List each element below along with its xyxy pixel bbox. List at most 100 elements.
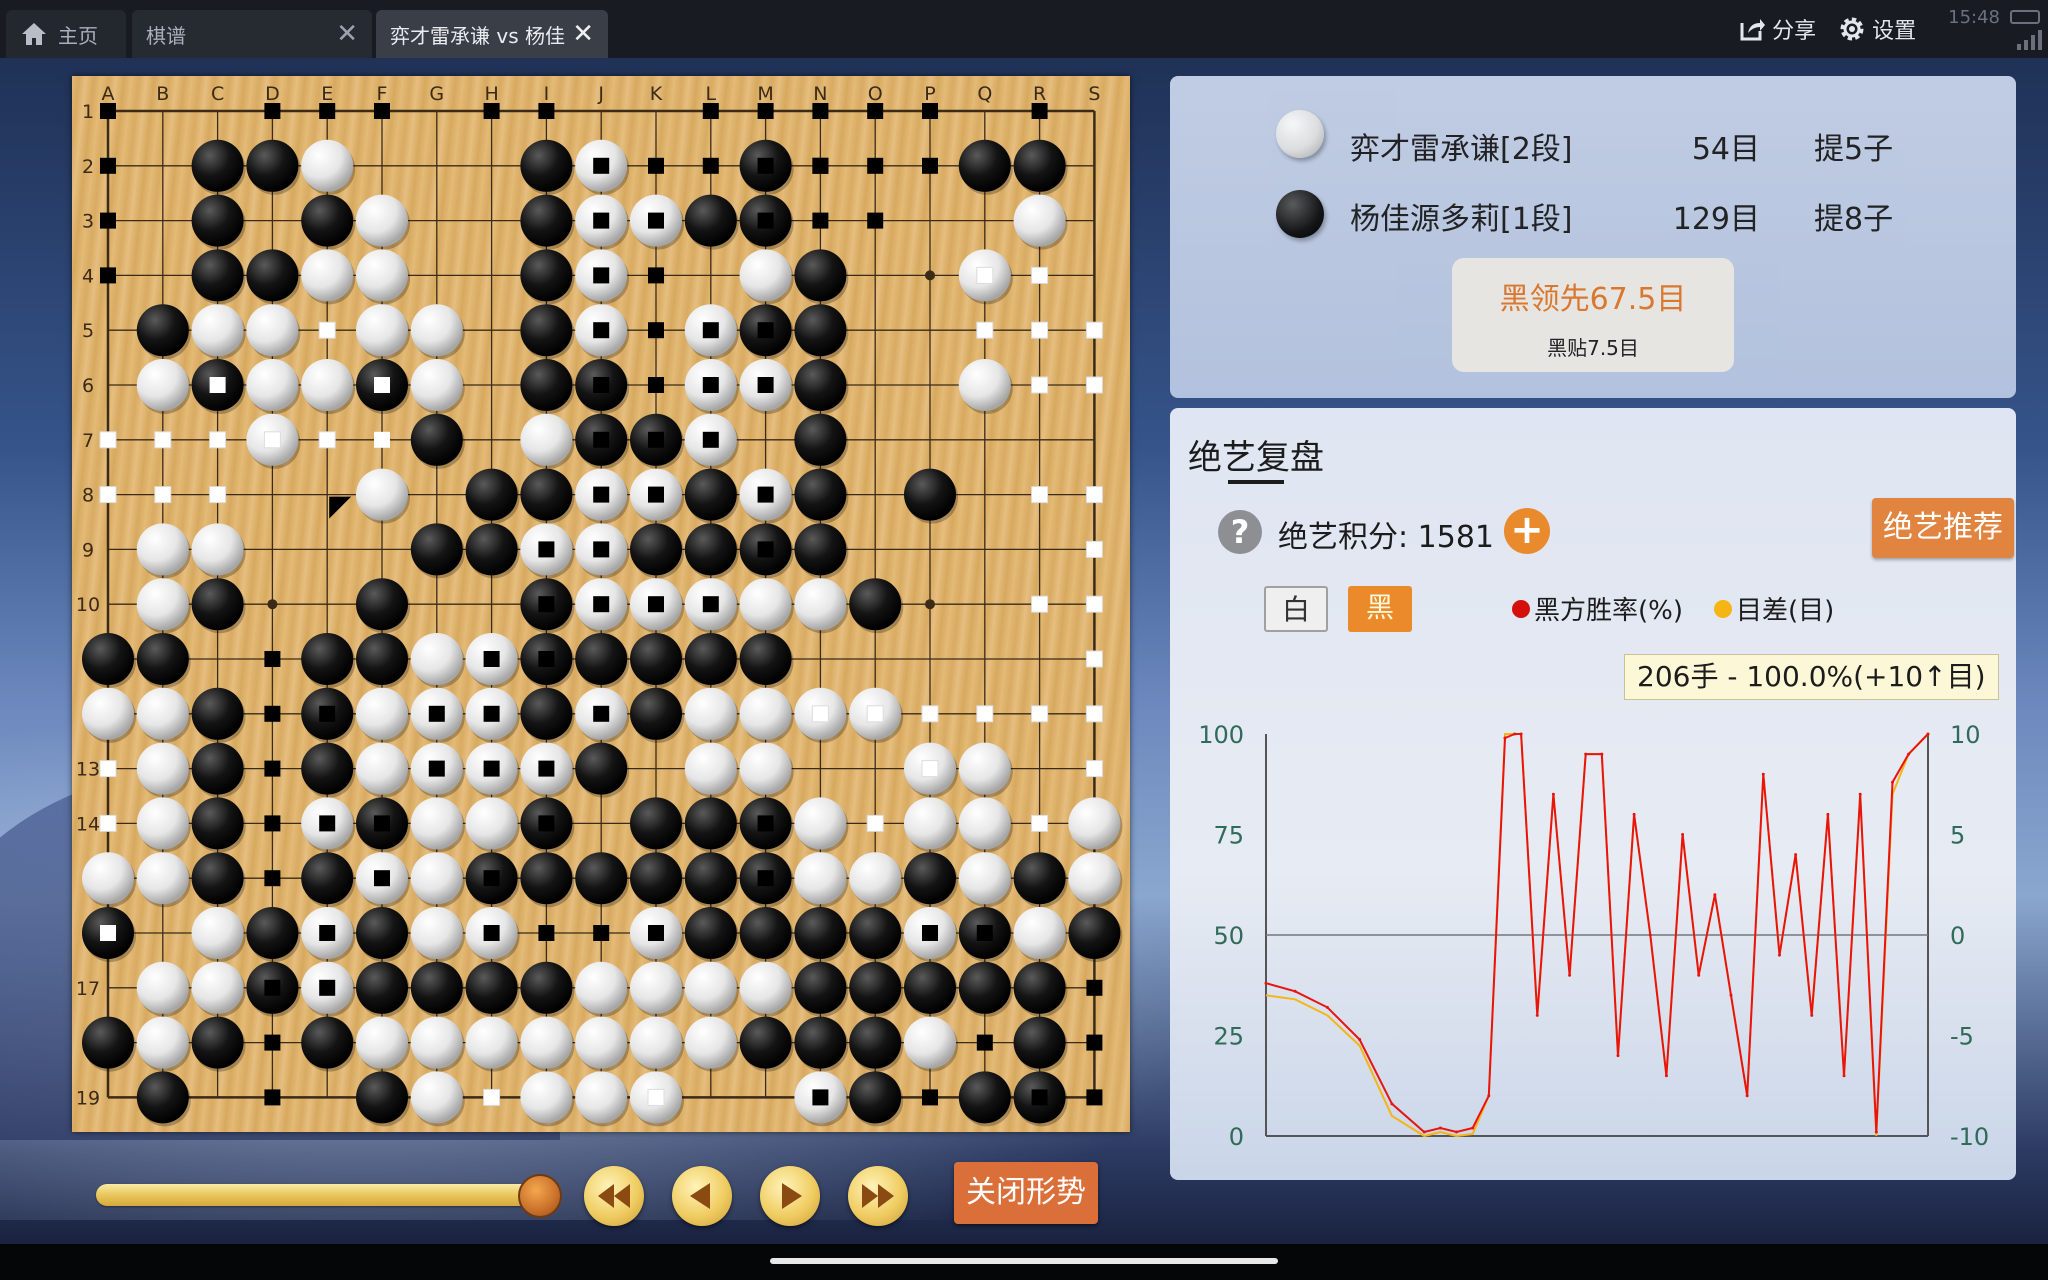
black-stone[interactable] bbox=[1013, 852, 1066, 905]
black-stone[interactable] bbox=[301, 742, 354, 795]
go-board[interactable]: A B C D E F G H I J K L M N O P Q R S 1 2 3 4 5 6 7 8 9 10 13 14 17 19 bbox=[72, 76, 1130, 1132]
white-stone[interactable] bbox=[410, 852, 463, 905]
white-stone[interactable] bbox=[410, 907, 463, 959]
share-button[interactable]: 分享 bbox=[1738, 13, 1816, 45]
white-stone[interactable] bbox=[410, 633, 463, 685]
black-stone[interactable] bbox=[904, 961, 956, 1014]
white-stone[interactable] bbox=[410, 1071, 463, 1124]
black-stone[interactable] bbox=[794, 249, 847, 302]
black-stone[interactable] bbox=[136, 304, 189, 357]
help-icon[interactable]: ? bbox=[1218, 510, 1262, 554]
white-stone[interactable] bbox=[356, 687, 408, 740]
tab-game[interactable]: 弈才雷承谦 vs 杨佳 ✕ bbox=[376, 10, 608, 58]
move-slider-knob[interactable] bbox=[518, 1174, 562, 1218]
black-stone[interactable] bbox=[1013, 1016, 1066, 1069]
white-stone[interactable] bbox=[630, 961, 682, 1014]
black-stone[interactable] bbox=[136, 633, 189, 685]
step-backward-button[interactable] bbox=[672, 1166, 732, 1226]
black-stone[interactable] bbox=[1068, 907, 1121, 959]
black-stone[interactable] bbox=[520, 304, 573, 357]
black-stone[interactable] bbox=[191, 139, 244, 192]
step-forward-button[interactable] bbox=[760, 1166, 820, 1226]
fast-backward-button[interactable] bbox=[584, 1166, 644, 1226]
black-stone[interactable] bbox=[1013, 961, 1066, 1014]
white-stone[interactable] bbox=[136, 742, 189, 795]
black-stone[interactable] bbox=[356, 961, 408, 1014]
black-stone[interactable] bbox=[684, 633, 737, 685]
white-stone[interactable] bbox=[82, 687, 134, 740]
white-stone[interactable] bbox=[410, 304, 463, 357]
black-stone[interactable] bbox=[904, 468, 956, 521]
white-stone[interactable] bbox=[356, 1016, 408, 1069]
recommend-button[interactable]: 绝艺推荐 bbox=[1872, 498, 2014, 558]
white-stone[interactable] bbox=[136, 359, 189, 411]
black-stone[interactable] bbox=[191, 578, 244, 631]
black-stone[interactable] bbox=[794, 304, 847, 357]
white-stone[interactable] bbox=[136, 1016, 189, 1069]
black-stone[interactable] bbox=[739, 907, 792, 959]
black-stone[interactable] bbox=[849, 578, 902, 631]
black-stone[interactable] bbox=[794, 1016, 847, 1069]
white-stone[interactable] bbox=[246, 304, 299, 357]
white-stone[interactable] bbox=[356, 194, 408, 247]
white-stone[interactable] bbox=[520, 1016, 573, 1069]
white-stone[interactable] bbox=[794, 578, 847, 631]
white-stone[interactable] bbox=[82, 852, 134, 905]
tab-qipu[interactable]: 棋谱 ✕ bbox=[132, 10, 372, 58]
black-stone[interactable] bbox=[958, 139, 1011, 192]
white-stone[interactable] bbox=[136, 578, 189, 631]
black-stone[interactable] bbox=[958, 1071, 1011, 1124]
white-stone[interactable] bbox=[630, 1016, 682, 1069]
black-stone[interactable] bbox=[191, 194, 244, 247]
black-stone[interactable] bbox=[849, 961, 902, 1014]
white-stone[interactable] bbox=[191, 907, 244, 959]
white-stone[interactable] bbox=[410, 797, 463, 850]
black-stone[interactable] bbox=[356, 633, 408, 685]
black-stone[interactable] bbox=[520, 139, 573, 192]
black-stone[interactable] bbox=[794, 413, 847, 466]
black-stone[interactable] bbox=[191, 797, 244, 850]
close-icon[interactable]: ✕ bbox=[572, 19, 594, 49]
black-stone[interactable] bbox=[246, 249, 299, 302]
black-stone[interactable] bbox=[520, 852, 573, 905]
black-stone[interactable] bbox=[191, 852, 244, 905]
close-situation-button[interactable]: 关闭形势 bbox=[954, 1162, 1098, 1224]
black-stone[interactable] bbox=[630, 852, 682, 905]
black-stone[interactable] bbox=[410, 523, 463, 576]
white-stone[interactable] bbox=[958, 359, 1011, 411]
white-stone[interactable] bbox=[136, 961, 189, 1014]
black-stone[interactable] bbox=[630, 687, 682, 740]
white-stone[interactable] bbox=[684, 742, 737, 795]
white-stone[interactable] bbox=[1068, 852, 1121, 905]
black-stone[interactable] bbox=[82, 1016, 134, 1069]
black-stone[interactable] bbox=[301, 852, 354, 905]
white-stone[interactable] bbox=[465, 797, 518, 850]
white-stone[interactable] bbox=[739, 687, 792, 740]
black-stone[interactable] bbox=[191, 249, 244, 302]
black-stone[interactable] bbox=[301, 194, 354, 247]
black-stone[interactable] bbox=[301, 1016, 354, 1069]
black-stone[interactable] bbox=[630, 797, 682, 850]
white-stone[interactable] bbox=[684, 687, 737, 740]
black-stone[interactable] bbox=[684, 523, 737, 576]
black-stone[interactable] bbox=[410, 413, 463, 466]
go-board-grid[interactable]: A B C D E F G H I J K L M N O P Q R S 1 2 3 4 5 6 7 8 9 10 13 14 17 19 bbox=[72, 76, 1130, 1132]
white-stone[interactable] bbox=[410, 1016, 463, 1069]
white-stone[interactable] bbox=[684, 1016, 737, 1069]
white-stone[interactable] bbox=[1013, 907, 1066, 959]
white-stone[interactable] bbox=[575, 1071, 628, 1124]
black-stone[interactable] bbox=[684, 194, 737, 247]
close-icon[interactable]: ✕ bbox=[336, 19, 358, 49]
white-stone[interactable] bbox=[520, 1071, 573, 1124]
white-stone[interactable] bbox=[739, 578, 792, 631]
white-stone[interactable] bbox=[958, 742, 1011, 795]
black-stone[interactable] bbox=[849, 1071, 902, 1124]
white-stone[interactable] bbox=[136, 687, 189, 740]
white-stone[interactable] bbox=[849, 852, 902, 905]
black-stone[interactable] bbox=[904, 852, 956, 905]
black-stone[interactable] bbox=[520, 961, 573, 1014]
white-stone[interactable] bbox=[136, 523, 189, 576]
white-stone[interactable] bbox=[410, 359, 463, 411]
black-stone[interactable] bbox=[575, 633, 628, 685]
black-stone[interactable] bbox=[794, 907, 847, 959]
